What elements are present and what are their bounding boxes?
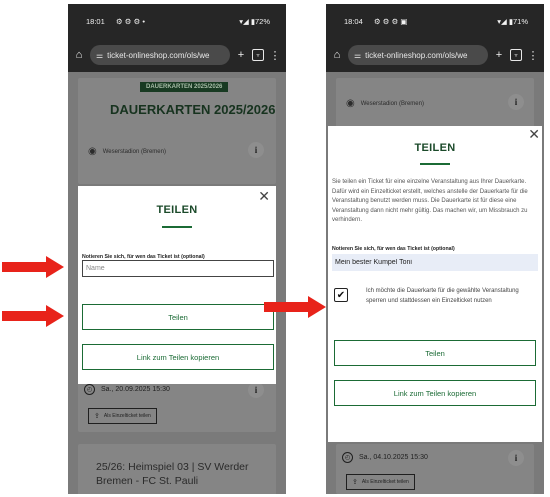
dialog-title: TEILEN	[414, 142, 456, 154]
title-underline	[420, 163, 450, 165]
url-text: ticket-onlineshop.com/ols/we	[365, 50, 468, 60]
battery-indicator: ▾◢ ▮71%	[497, 16, 528, 26]
share-single-ticket-label: Als Einzelticket teilen	[103, 413, 151, 419]
more-menu-icon[interactable]: ⋮	[526, 49, 540, 62]
season-title: DAUERKARTEN 2025/2026	[110, 102, 276, 117]
status-icons: ⚙ ⚙ ⚙ ▣	[374, 16, 408, 26]
location-pin-icon: ◉	[346, 98, 355, 109]
match-card: ◴ Sa., 04.10.2025 15:30 i ⇪ Als Einzelti…	[336, 444, 534, 494]
match-date: ◴ Sa., 20.09.2025 15:30	[84, 384, 170, 395]
more-menu-icon[interactable]: ⋮	[268, 49, 282, 62]
checkbox-label: Ich möchte die Dauerkarte für die gewähl…	[366, 288, 519, 304]
dialog-title: TEILEN	[156, 204, 198, 216]
title-underline	[162, 226, 192, 228]
season-pill: DAUERKARTEN 2025/2026	[140, 82, 229, 92]
clock-icon: ◴	[84, 384, 95, 395]
close-icon[interactable]: ✕	[528, 126, 540, 143]
status-icons: ⚙ ⚙ ⚙ •	[116, 16, 146, 26]
info-icon[interactable]: i	[248, 382, 264, 398]
home-icon[interactable]: ⌂	[330, 49, 344, 61]
share-single-ticket-button[interactable]: ⇪ Als Einzelticket teilen	[346, 474, 415, 490]
info-icon[interactable]: i	[508, 94, 524, 110]
share-single-ticket-label: Als Einzelticket teilen	[361, 479, 409, 485]
share-dialog: ✕ TEILEN Notieren Sie sich, für wen das …	[78, 186, 276, 384]
copy-link-button[interactable]: Link zum Teilen kopieren	[334, 380, 536, 406]
share-description: Sie teilen ein Ticket für eine einzelne …	[332, 179, 528, 223]
left-phone-screenshot: 18:01 ⚙ ⚙ ⚙ • ▾◢ ▮72% ⌂ ⚌ ticket-onlines…	[68, 4, 286, 494]
name-input[interactable]	[332, 254, 538, 271]
season-ticket-card: ◉ Weserstadion (Bremen) i	[336, 78, 534, 128]
venue-text: Weserstadion (Bremen)	[102, 148, 166, 155]
clock-icon: ◴	[342, 452, 353, 463]
home-icon[interactable]: ⌂	[72, 49, 86, 61]
status-bar: 18:04 ⚙ ⚙ ⚙ ▣ ▾◢ ▮71%	[326, 4, 544, 38]
red-arrow-pointer	[2, 305, 64, 327]
match-title: 25/26: Heimspiel 03 | SV Werder Bremen -…	[96, 461, 249, 487]
match-date: ◴ Sa., 04.10.2025 15:30	[342, 452, 428, 463]
site-settings-icon[interactable]: ⚌	[96, 51, 103, 60]
season-ticket-card: DAUERKARTEN 2025/2026 DAUERKARTEN 2025/2…	[78, 78, 276, 184]
close-icon[interactable]: ✕	[258, 188, 270, 205]
share-button[interactable]: Teilen	[334, 340, 536, 366]
info-icon[interactable]: i	[248, 142, 264, 158]
venue-text: Weserstadion (Bremen)	[360, 100, 424, 107]
status-time: 18:01	[86, 16, 105, 26]
site-settings-icon[interactable]: ⚌	[354, 51, 361, 60]
name-field-label: Notieren Sie sich, für wen das Ticket is…	[332, 246, 455, 252]
status-bar: 18:01 ⚙ ⚙ ⚙ • ▾◢ ▮72%	[68, 4, 286, 38]
date-text: Sa., 04.10.2025 15:30	[359, 454, 428, 461]
copy-link-button[interactable]: Link zum Teilen kopieren	[82, 344, 274, 370]
red-arrow-pointer	[2, 256, 64, 278]
share-single-ticket-button[interactable]: ⇪ Als Einzelticket teilen	[88, 408, 157, 424]
share-dialog: ✕ TEILEN Sie teilen ein Ticket für eine …	[328, 126, 542, 442]
venue: ◉ Weserstadion (Bremen)	[346, 98, 424, 109]
upload-icon: ⇪	[94, 413, 100, 420]
name-input[interactable]	[82, 260, 274, 277]
status-time: 18:04	[344, 16, 363, 26]
battery-indicator: ▾◢ ▮72%	[239, 16, 270, 26]
share-button[interactable]: Teilen	[82, 304, 274, 330]
venue: ◉ Weserstadion (Bremen)	[88, 146, 166, 157]
location-pin-icon: ◉	[88, 146, 97, 157]
block-season-ticket-checkbox[interactable]: ✔	[334, 288, 348, 302]
date-text: Sa., 20.09.2025 15:30	[101, 386, 170, 393]
tab-switcher-icon[interactable]: ▿	[510, 49, 522, 61]
right-phone-screenshot: 18:04 ⚙ ⚙ ⚙ ▣ ▾◢ ▮71% ⌂ ⚌ ticket-onlines…	[326, 4, 544, 494]
tab-switcher-icon[interactable]: ▿	[252, 49, 264, 61]
new-tab-icon[interactable]: +	[492, 49, 506, 61]
browser-url-bar: ⌂ ⚌ ticket-onlineshop.com/ols/we + ▿ ⋮	[68, 38, 286, 72]
browser-url-bar: ⌂ ⚌ ticket-onlineshop.com/ols/we + ▿ ⋮	[326, 38, 544, 72]
url-field[interactable]: ⚌ ticket-onlineshop.com/ols/we	[348, 45, 488, 65]
upload-icon: ⇪	[352, 479, 358, 486]
new-tab-icon[interactable]: +	[234, 49, 248, 61]
url-field[interactable]: ⚌ ticket-onlineshop.com/ols/we	[90, 45, 230, 65]
red-arrow-pointer	[264, 296, 326, 318]
match-card: 25/26: Heimspiel 03 | SV Werder Bremen -…	[78, 444, 276, 494]
url-text: ticket-onlineshop.com/ols/we	[107, 50, 210, 60]
info-icon[interactable]: i	[508, 450, 524, 466]
